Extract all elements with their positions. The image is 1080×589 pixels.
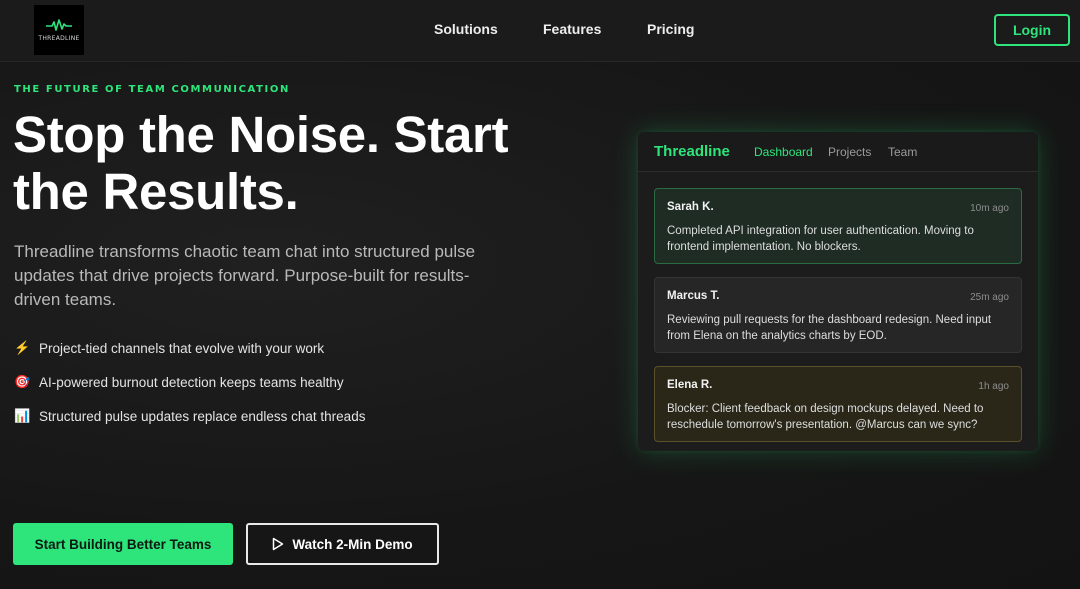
message-time: 10m ago: [970, 203, 1009, 214]
top-nav: THREADLINE Solutions Features Pricing Lo…: [0, 0, 1080, 62]
preview-header: Threadline Dashboard Projects Team: [638, 132, 1038, 172]
pulse-logo-icon: [46, 19, 72, 31]
logo-text: THREADLINE: [38, 35, 80, 42]
pulse-update-card[interactable]: Marcus T. 25m ago Reviewing pull request…: [654, 277, 1022, 353]
message-text: Completed API integration for user authe…: [667, 225, 974, 253]
nav-link-pricing[interactable]: Pricing: [647, 21, 694, 37]
watch-demo-label: Watch 2-Min Demo: [292, 536, 413, 552]
pulse-update-card[interactable]: Sarah K. 10m ago Completed API integrati…: [654, 188, 1022, 264]
message-author: Marcus T.: [667, 290, 720, 302]
headline-line-1: Stop the Noise. Start: [13, 106, 509, 163]
login-button[interactable]: Login: [994, 14, 1070, 46]
hero-headline: Stop the Noise. Start the Results.: [13, 106, 573, 220]
nav-link-features[interactable]: Features: [543, 21, 601, 37]
tab-team[interactable]: Team: [888, 145, 917, 159]
feature-text: Structured pulse updates replace endless…: [39, 408, 366, 424]
tab-dashboard[interactable]: Dashboard: [754, 145, 813, 159]
hero-subtitle: Threadline transforms chaotic team chat …: [14, 242, 476, 309]
app-preview-card: Threadline Dashboard Projects Team Sarah…: [638, 132, 1038, 451]
headline-line-2: the Results.: [13, 163, 299, 220]
message-text: Blocker: Client feedback on design mocku…: [667, 403, 984, 431]
logo[interactable]: THREADLINE: [34, 5, 84, 55]
target-icon: 🎯: [14, 374, 31, 389]
message-time: 1h ago: [978, 381, 1009, 392]
watch-demo-button[interactable]: Watch 2-Min Demo: [246, 523, 439, 565]
feature-item: ⚡ Project-tied channels that evolve with…: [14, 340, 324, 356]
preview-brand: Threadline: [654, 143, 730, 160]
tab-projects[interactable]: Projects: [828, 145, 871, 159]
pulse-update-card[interactable]: Elena R. 1h ago Blocker: Client feedback…: [654, 366, 1022, 442]
feature-text: AI-powered burnout detection keeps teams…: [39, 374, 344, 390]
bar-chart-icon: 📊: [14, 408, 31, 423]
feature-item: 📊 Structured pulse updates replace endle…: [14, 408, 365, 424]
play-icon: [273, 537, 284, 551]
feature-text: Project-tied channels that evolve with y…: [39, 340, 325, 356]
message-text: Reviewing pull requests for the dashboar…: [667, 314, 992, 342]
nav-link-solutions[interactable]: Solutions: [434, 21, 498, 37]
message-author: Sarah K.: [667, 201, 714, 213]
start-building-button[interactable]: Start Building Better Teams: [13, 523, 233, 565]
message-author: Elena R.: [667, 379, 713, 391]
message-time: 25m ago: [970, 292, 1009, 303]
feature-item: 🎯 AI-powered burnout detection keeps tea…: [14, 374, 344, 390]
lightning-icon: ⚡: [14, 340, 31, 355]
hero-eyebrow: THE FUTURE OF TEAM COMMUNICATION: [14, 84, 290, 95]
